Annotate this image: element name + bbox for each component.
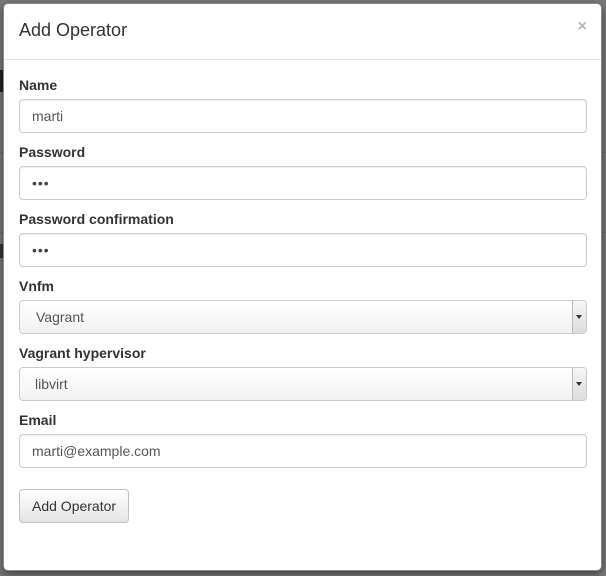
vnfm-select[interactable]: Vagrant xyxy=(19,300,587,334)
email-group: Email marti@example.com xyxy=(19,412,587,468)
vnfm-group: Vnfm Vagrant xyxy=(19,278,587,334)
vagrant-hypervisor-label: Vagrant hypervisor xyxy=(19,345,146,361)
password-value: ••• xyxy=(32,175,50,191)
chevron-down-icon[interactable] xyxy=(572,301,586,333)
password-confirmation-group: Password confirmation ••• xyxy=(19,211,587,267)
vnfm-selected-value: Vagrant xyxy=(36,309,84,325)
vnfm-label: Vnfm xyxy=(19,278,54,294)
password-confirmation-label: Password confirmation xyxy=(19,211,174,227)
vagrant-hypervisor-selected-value: libvirt xyxy=(35,376,68,392)
password-label: Password xyxy=(19,144,86,160)
modal-header: Add Operator × xyxy=(4,4,601,60)
name-group: Name marti xyxy=(19,77,587,133)
name-input[interactable]: marti xyxy=(19,99,587,133)
add-operator-modal: Add Operator × Name marti Password ••• P… xyxy=(3,3,602,571)
vagrant-hypervisor-select[interactable]: libvirt xyxy=(19,367,587,401)
email-label: Email xyxy=(19,412,57,428)
chevron-down-icon[interactable] xyxy=(572,368,586,400)
email-input[interactable]: marti@example.com xyxy=(19,434,587,468)
password-confirmation-value: ••• xyxy=(32,242,50,258)
email-value: marti@example.com xyxy=(32,443,161,459)
name-label: Name xyxy=(19,77,58,93)
add-operator-button[interactable]: Add Operator xyxy=(19,489,130,523)
name-value: marti xyxy=(32,108,64,124)
close-icon[interactable]: × xyxy=(578,19,587,35)
password-input[interactable]: ••• xyxy=(19,166,587,200)
vagrant-hypervisor-group: Vagrant hypervisor libvirt xyxy=(19,345,587,401)
modal-title: Add Operator xyxy=(19,20,128,40)
password-confirmation-input[interactable]: ••• xyxy=(19,233,587,267)
modal-body: Name marti Password ••• Password confirm… xyxy=(4,60,601,523)
password-group: Password ••• xyxy=(19,144,587,200)
